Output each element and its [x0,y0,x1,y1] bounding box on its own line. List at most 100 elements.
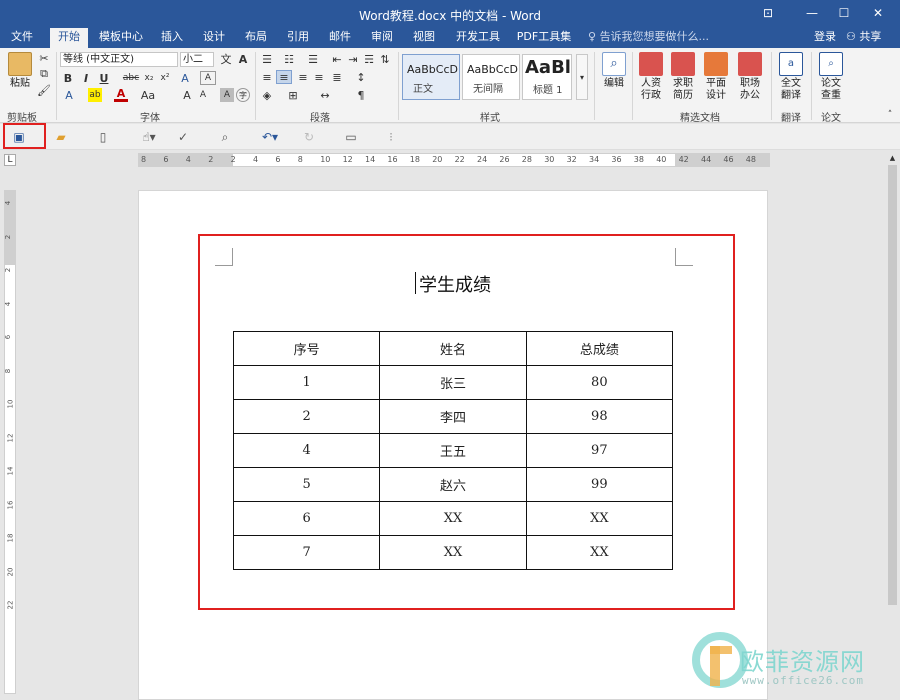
screen-icon[interactable]: ▭ [340,128,362,146]
table-cell[interactable]: XX [525,501,674,536]
character-shading-icon[interactable]: A [220,88,234,102]
minimize-button[interactable]: — [798,3,826,23]
tab-home[interactable]: 开始 [50,28,88,48]
underline-icon[interactable]: U [98,71,110,85]
align-right-icon[interactable]: ≡ [296,70,310,84]
tab-pdf-tools[interactable]: PDF工具集 [514,28,574,48]
table-cell[interactable]: 99 [525,467,674,502]
tab-design[interactable]: 设计 [196,28,232,48]
align-center-icon[interactable]: ≡ [276,70,292,84]
tab-selector-icon[interactable]: L [4,154,16,166]
header-cell[interactable]: 姓名 [379,331,527,366]
table-cell[interactable]: 80 [525,365,674,400]
table-cell[interactable]: XX [379,535,527,570]
font-family-select[interactable]: 等线 (中文正文) [60,52,178,67]
table-cell[interactable]: 1 [232,365,381,400]
login-link[interactable]: 登录 [814,28,836,48]
header-cell[interactable]: 序号 [232,331,381,366]
shading-icon[interactable]: ◈ [260,88,274,102]
format-painter-icon[interactable]: 🖌 [37,84,51,97]
font-size-select[interactable]: 小二 [180,52,214,67]
resume-button[interactable]: 求职 简历 [668,52,698,102]
highlight-icon[interactable]: ab [88,88,102,102]
translate-button[interactable]: a 全文 翻译 [776,52,806,102]
table-cell[interactable]: 5 [232,467,381,502]
spelling-check-icon[interactable]: ✓ [172,128,194,146]
scroll-up-icon[interactable]: ▲ [887,152,898,163]
superscript-icon[interactable]: x² [158,71,172,85]
cut-icon[interactable]: ✂ [38,52,50,65]
distributed-icon[interactable]: ≣ [330,70,344,84]
tab-mailings[interactable]: 邮件 [322,28,358,48]
tell-me-box[interactable]: ♀ 告诉我您想要做什么... [588,28,709,48]
header-cell[interactable]: 总成绩 [525,331,674,366]
bold-icon[interactable]: B [62,71,74,85]
table-cell[interactable]: 7 [232,535,381,570]
paste-button[interactable]: 粘贴 [6,52,34,90]
ribbon-display-options-button[interactable]: ⊡ [754,3,782,23]
text-effect-icon[interactable]: A [62,88,76,102]
table-cell[interactable]: 6 [232,501,381,536]
align-left-icon[interactable]: ≡ [260,70,274,84]
tab-template-center[interactable]: 模板中心 [94,28,148,48]
table-cell[interactable]: 4 [232,433,381,468]
share-button[interactable]: ⚇ 共享 [846,28,881,48]
close-button[interactable]: ✕ [864,3,892,23]
decrease-indent-icon[interactable]: ⇤ [330,52,344,66]
graphic-design-button[interactable]: 平面 设计 [701,52,731,102]
hr-admin-button[interactable]: 人资 行政 [636,52,666,102]
office-button[interactable]: 职场 办公 [735,52,765,102]
table-cell[interactable]: 李四 [379,399,527,434]
copy-icon[interactable]: ⧉ [38,67,50,80]
change-case-icon[interactable]: Aa [140,88,156,102]
subscript-icon[interactable]: x₂ [142,71,156,85]
text-direction-icon[interactable]: ↔ [318,88,332,102]
show-formatting-icon[interactable]: ¶ [354,88,368,102]
strikethrough-icon[interactable]: abc [122,71,140,85]
text-effects-icon[interactable]: A [178,71,192,85]
table-cell[interactable]: 张三 [379,365,527,400]
tab-file[interactable]: 文件 [4,28,40,48]
tab-developer[interactable]: 开发工具 [452,28,504,48]
style-no-spacing[interactable]: AaBbCcD 无间隔 [462,54,520,100]
horizontal-ruler[interactable]: 8 6 4 2 2 4 6 8 10 12 14 16 18 20 22 24 26 28 30 32 34 36 38 40… [138,153,770,167]
table-cell[interactable]: 2 [232,399,381,434]
maximize-button[interactable]: ☐ [830,3,858,23]
italic-icon[interactable]: I [80,71,92,85]
tab-references[interactable]: 引用 [280,28,316,48]
styles-gallery-more-icon[interactable]: ▾ [576,54,588,100]
table-cell[interactable]: 98 [525,399,674,434]
document-title[interactable]: 学生成绩 [380,271,530,297]
table-cell[interactable]: XX [525,535,674,570]
bullets-icon[interactable]: ☰ [260,52,274,66]
table-cell[interactable]: 王五 [379,433,527,468]
font-color-icon[interactable]: A [114,87,128,102]
phonetic-guide-icon[interactable]: 文 [218,52,234,66]
scrollbar-thumb[interactable] [888,165,897,605]
chinese-layout-icon[interactable]: ☴ [362,52,376,66]
tab-review[interactable]: 审阅 [364,28,400,48]
increase-indent-icon[interactable]: ⇥ [346,52,360,66]
style-heading1[interactable]: AaBl 标题 1 [522,54,572,100]
customize-toolbar-icon[interactable]: ⁝ [380,128,402,146]
vertical-ruler[interactable]: 4 2 2 4 6 8 10 12 14 16 18 20 22 [4,190,16,694]
collapse-ribbon-icon[interactable]: ˄ [884,110,896,120]
paper-check-button[interactable]: ⌕ 论文 查重 [816,52,846,102]
style-normal[interactable]: AaBbCcD 正文 [402,54,460,100]
numbering-icon[interactable]: ☷ [282,52,296,66]
grow-font-icon[interactable]: A [180,88,194,102]
open-folder-icon[interactable]: ▰ [50,128,72,146]
borders-icon[interactable]: ⊞ [286,88,300,102]
tab-layout[interactable]: 布局 [238,28,274,48]
new-document-icon[interactable]: ▯ [92,128,114,146]
redo-icon[interactable]: ↻ [298,128,320,146]
editing-button[interactable]: ⌕ 编辑 [599,52,629,90]
shrink-font-icon[interactable]: A [196,88,210,102]
enclose-characters-icon[interactable]: 字 [236,88,250,102]
tab-view[interactable]: 视图 [406,28,442,48]
table-cell[interactable]: 赵六 [379,467,527,502]
sort-icon[interactable]: ⇅ [378,52,392,66]
undo-icon[interactable]: ↶▾ [256,128,284,146]
print-preview-icon[interactable]: ⌕ [214,128,236,146]
grades-table[interactable]: 序号 姓名 总成绩 1 张三 80 2 李四 98 4 王五 97 5 赵六 9… [232,331,674,570]
